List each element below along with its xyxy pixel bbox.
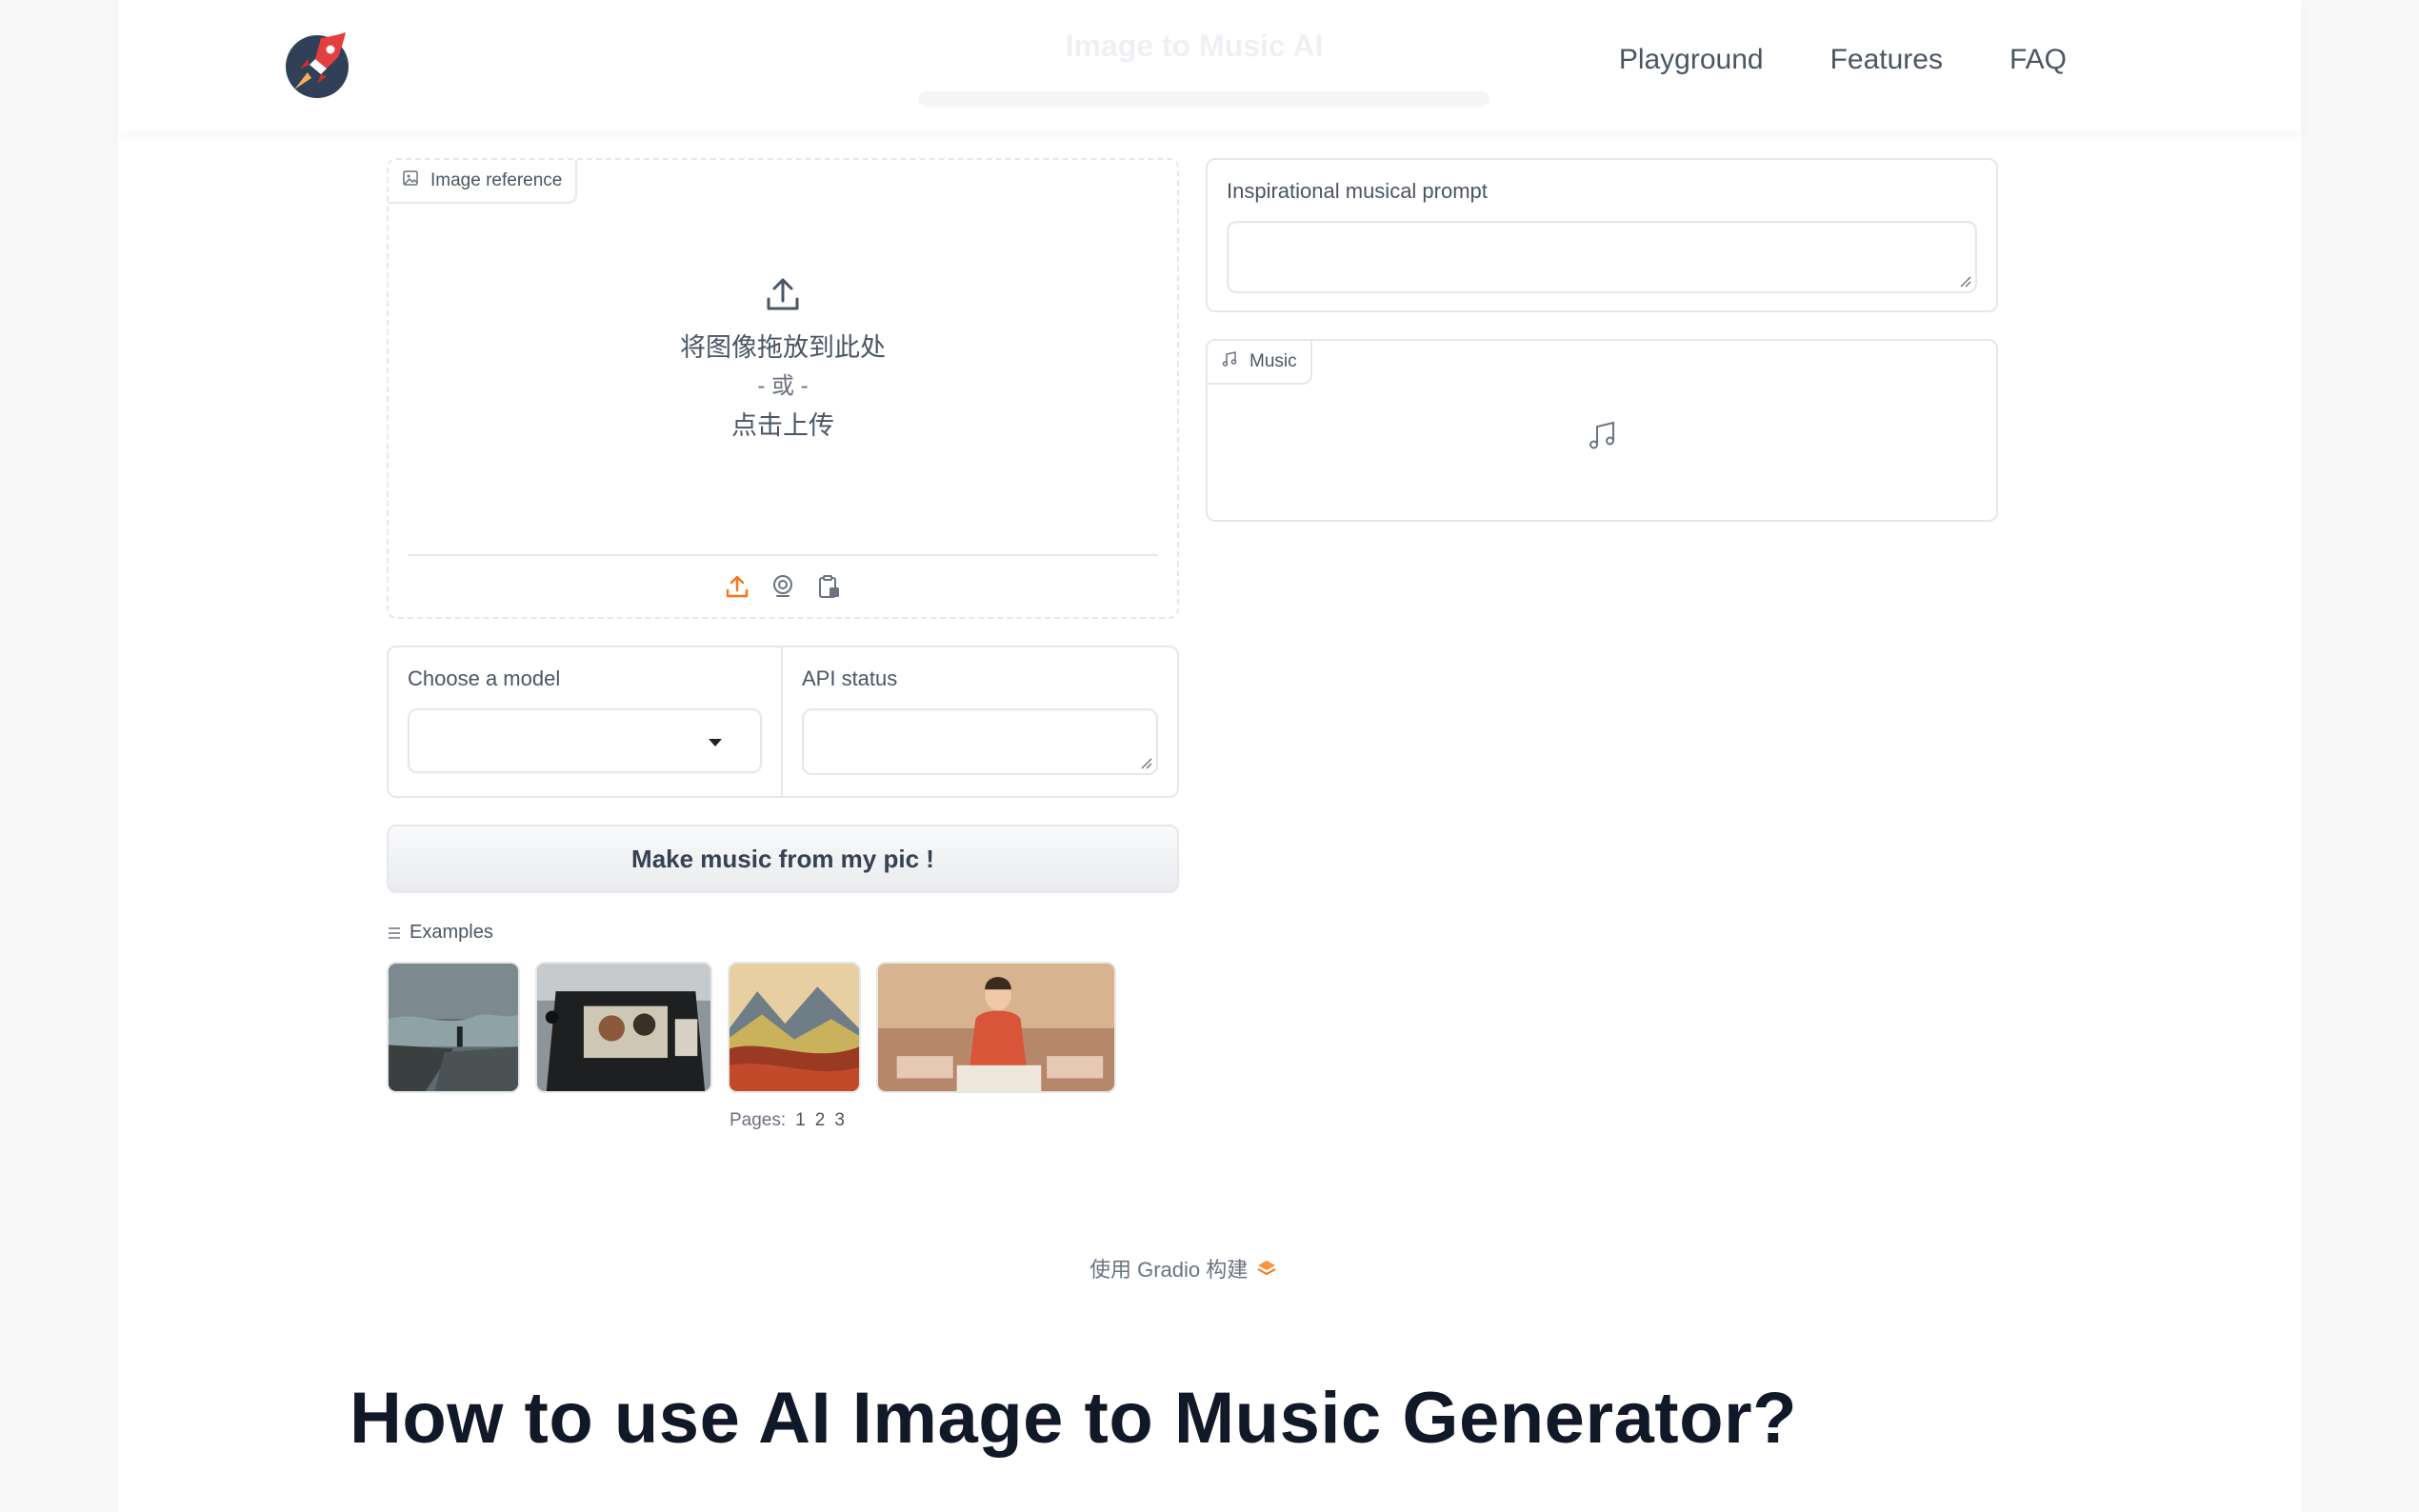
upload-source-toolbar xyxy=(389,573,1177,600)
music-note-small-icon xyxy=(1221,350,1238,373)
nav-playground[interactable]: Playground xyxy=(1619,44,1764,76)
examples-pagination: Pages: 1 2 3 xyxy=(730,1110,845,1131)
caret-down-icon xyxy=(709,739,722,746)
api-status-group: API status xyxy=(783,647,1177,796)
header-subtitle-placeholder xyxy=(918,91,1489,107)
drop-zone[interactable]: 将图像拖放到此处 - 或 - 点击上传 xyxy=(389,274,1177,446)
example-thumbnail-1[interactable] xyxy=(387,962,520,1093)
how-to-use-heading: How to use AI Image to Music Generator? xyxy=(350,1378,1798,1459)
musical-prompt-label: Inspirational musical prompt xyxy=(1227,179,1488,203)
music-output-panel: Music xyxy=(1206,339,1998,522)
nav-faq[interactable]: FAQ xyxy=(2009,44,2067,76)
page-link-1[interactable]: 1 xyxy=(795,1110,806,1131)
drop-text: 将图像拖放到此处 xyxy=(680,333,886,362)
make-music-button[interactable]: Make music from my pic ! xyxy=(387,825,1179,893)
examples-header: Examples xyxy=(387,922,493,944)
header-title: Image to Music AI xyxy=(1065,29,1324,63)
top-nav: Playground Features FAQ xyxy=(1619,44,2067,76)
upload-file-icon[interactable] xyxy=(724,573,750,600)
api-status-label: API status xyxy=(802,666,898,690)
music-note-icon xyxy=(1587,419,1619,451)
music-label: Music xyxy=(1208,341,1312,385)
image-icon xyxy=(402,169,419,192)
site-header: Image to Music AI Playground Features FA… xyxy=(118,0,2301,131)
clipboard-paste-icon[interactable] xyxy=(815,573,842,600)
gradio-logo-icon xyxy=(1257,1261,1276,1276)
upload-icon xyxy=(767,278,799,310)
example-thumbnail-2[interactable] xyxy=(535,962,712,1093)
image-reference-upload[interactable]: Image reference 将图像拖放到此处 - 或 - 点击上传 xyxy=(387,158,1179,619)
list-icon xyxy=(389,926,400,939)
model-status-row: Choose a model API status xyxy=(387,646,1179,798)
model-dropdown[interactable] xyxy=(408,708,762,773)
page-link-2[interactable]: 2 xyxy=(815,1110,826,1131)
page-link-3[interactable]: 3 xyxy=(834,1110,845,1131)
built-with-text: 使用 Gradio 构建 xyxy=(1090,1258,1249,1282)
examples-label: Examples xyxy=(410,922,493,943)
choose-model-label: Choose a model xyxy=(408,666,561,690)
resize-handle-icon[interactable] xyxy=(1139,756,1152,769)
resize-handle-icon[interactable] xyxy=(1958,274,1971,288)
page: Image to Music AI Playground Features FA… xyxy=(118,0,2301,1512)
rocket-logo-icon[interactable] xyxy=(283,30,351,99)
click-upload-text: 点击上传 xyxy=(731,411,834,440)
example-thumbnail-3[interactable] xyxy=(728,962,861,1093)
nav-features[interactable]: Features xyxy=(1830,44,1943,76)
musical-prompt-panel: Inspirational musical prompt xyxy=(1206,158,1998,312)
example-thumbnail-4[interactable] xyxy=(876,962,1116,1093)
api-status-field[interactable] xyxy=(802,708,1158,775)
built-with-gradio[interactable]: 使用 Gradio 构建 xyxy=(1090,1253,1278,1283)
image-reference-text: Image reference xyxy=(430,170,563,190)
musical-prompt-textarea[interactable] xyxy=(1227,221,1977,293)
image-reference-label: Image reference xyxy=(389,160,578,204)
webcam-icon[interactable] xyxy=(770,573,796,600)
music-label-text: Music xyxy=(1249,351,1297,371)
upload-divider xyxy=(408,554,1158,556)
model-select-group: Choose a model xyxy=(389,647,783,796)
or-text: - 或 - xyxy=(757,373,809,399)
pages-label: Pages: xyxy=(730,1110,787,1130)
